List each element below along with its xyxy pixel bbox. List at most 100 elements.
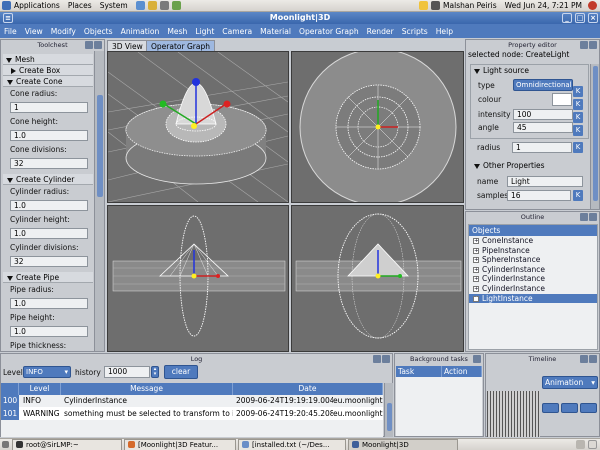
- menu-camera[interactable]: Camera: [222, 27, 252, 36]
- play-forward-button[interactable]: [580, 403, 597, 413]
- panel-menu-system[interactable]: System: [100, 1, 128, 10]
- keyframe-intensity-button[interactable]: K: [573, 112, 583, 123]
- outline-item-cone[interactable]: + ConeInstance: [469, 236, 597, 246]
- task-firefox[interactable]: [Moonlight|3D Featur...: [124, 438, 236, 450]
- samples-field[interactable]: 16: [507, 190, 571, 201]
- section-create-pipe[interactable]: Create Pipe: [3, 272, 93, 283]
- menu-file[interactable]: File: [4, 27, 17, 36]
- panel-float-icon[interactable]: [580, 213, 588, 221]
- outline-item-sphere[interactable]: + SphereInstance: [469, 255, 597, 265]
- section-mesh[interactable]: Mesh: [3, 54, 93, 65]
- menu-material[interactable]: Material: [260, 27, 291, 36]
- intensity-field[interactable]: 100: [513, 109, 573, 120]
- panel-close-icon[interactable]: [382, 355, 390, 363]
- menu-help[interactable]: Help: [436, 27, 453, 36]
- section-create-cylinder[interactable]: Create Cylinder: [3, 174, 93, 185]
- log-scrollbar[interactable]: [384, 383, 393, 437]
- keyframe-type-button[interactable]: K: [573, 86, 583, 97]
- expand-icon[interactable]: +: [473, 247, 479, 254]
- other-properties-header[interactable]: Other Properties: [474, 161, 545, 170]
- keyframe-samples-button[interactable]: K: [573, 190, 583, 201]
- app-launcher-icon[interactable]: [171, 1, 181, 10]
- light-source-header[interactable]: Light source: [471, 65, 588, 77]
- maximize-icon[interactable]: □: [575, 13, 585, 23]
- toolchest-scrollbar[interactable]: [94, 51, 104, 351]
- panel-menu-places[interactable]: Places: [68, 1, 92, 10]
- cone-radius-field[interactable]: 1: [10, 102, 88, 113]
- panel-float-icon[interactable]: [85, 41, 93, 49]
- menu-scripts[interactable]: Scripts: [402, 27, 428, 36]
- viewport-side[interactable]: [291, 205, 464, 352]
- column-action[interactable]: Action: [442, 366, 482, 377]
- expand-icon[interactable]: +: [473, 238, 479, 244]
- cone-height-field[interactable]: 1.0: [10, 130, 88, 141]
- expand-icon[interactable]: +: [473, 276, 479, 283]
- keyframe-angle-button[interactable]: K: [573, 125, 583, 136]
- type-select[interactable]: Omnidirectional: [513, 79, 573, 91]
- panel-float-icon[interactable]: [580, 41, 588, 49]
- outline-item-cylinder-2[interactable]: + CylinderInstance: [469, 274, 597, 284]
- viewport-perspective[interactable]: [107, 51, 289, 203]
- keyframe-colour-button[interactable]: K: [573, 99, 583, 110]
- menu-light[interactable]: Light: [195, 27, 214, 36]
- panel-close-icon[interactable]: [589, 213, 597, 221]
- log-scroll-thumb[interactable]: [387, 403, 392, 431]
- expand-icon[interactable]: +: [473, 257, 479, 264]
- panel-close-icon[interactable]: [94, 41, 102, 49]
- name-field[interactable]: Light: [507, 176, 583, 187]
- workspace-1-icon[interactable]: [576, 440, 585, 449]
- property-scrollbar[interactable]: [590, 64, 599, 209]
- clear-button[interactable]: clear: [164, 365, 198, 379]
- cylinder-height-field[interactable]: 1.0: [10, 228, 88, 239]
- outline-header[interactable]: Objects: [469, 225, 597, 236]
- menu-view[interactable]: View: [25, 27, 43, 36]
- section-create-box[interactable]: Create Box: [3, 65, 93, 76]
- level-select[interactable]: INFO ▾: [23, 366, 71, 378]
- mail-icon[interactable]: [147, 1, 157, 10]
- window-menu-icon[interactable]: ≡: [3, 13, 13, 23]
- menu-modify[interactable]: Modify: [51, 27, 76, 36]
- keyframe-radius-button[interactable]: K: [573, 142, 583, 153]
- power-icon[interactable]: [588, 1, 597, 10]
- user-switcher-icon[interactable]: [431, 1, 441, 10]
- menu-operator-graph[interactable]: Operator Graph: [299, 27, 359, 36]
- column-date[interactable]: Date: [233, 383, 383, 395]
- tab-3d-view[interactable]: 3D View: [107, 40, 148, 51]
- column-level[interactable]: Level: [19, 383, 61, 395]
- menu-objects[interactable]: Objects: [84, 27, 113, 36]
- outline-item-light[interactable]: + LightInstance: [469, 293, 597, 304]
- section-create-cone[interactable]: Create Cone: [3, 76, 93, 87]
- panel-menu-applications[interactable]: Applications: [14, 1, 60, 10]
- expand-icon[interactable]: +: [473, 266, 479, 273]
- terminal-icon[interactable]: [159, 1, 169, 10]
- column-message[interactable]: Message: [61, 383, 233, 395]
- history-spinner[interactable]: ▴ ▾: [151, 366, 159, 378]
- tab-operator-graph[interactable]: Operator Graph: [146, 40, 215, 51]
- panel-close-icon[interactable]: [589, 355, 597, 363]
- table-row[interactable]: 100 INFO CylinderInstance 2009-06-24T19:…: [1, 395, 383, 407]
- cone-divisions-field[interactable]: 32: [10, 158, 88, 169]
- pipe-radius-field[interactable]: 1.0: [10, 298, 88, 309]
- menu-animation[interactable]: Animation: [121, 27, 160, 36]
- stop-button[interactable]: [561, 403, 578, 413]
- outline-item-cylinder-3[interactable]: + CylinderInstance: [469, 284, 597, 294]
- outline-item-cylinder-1[interactable]: + CylinderInstance: [469, 265, 597, 275]
- table-row[interactable]: 101 WARNING something must be selected t…: [1, 407, 383, 420]
- column-task[interactable]: Task: [396, 366, 442, 377]
- angle-field[interactable]: 45: [513, 122, 573, 133]
- task-terminal[interactable]: root@SirLMP:~: [12, 438, 122, 450]
- task-moonlight[interactable]: Moonlight|3D: [348, 438, 458, 450]
- timeline-mode-select[interactable]: Animation ▾: [542, 376, 598, 389]
- task-gedit[interactable]: [installed.txt (~/Des...: [238, 438, 346, 450]
- cylinder-divisions-field[interactable]: 32: [10, 256, 88, 267]
- panel-float-icon[interactable]: [580, 355, 588, 363]
- pipe-height-field[interactable]: 1.0: [10, 326, 88, 337]
- timeline-track[interactable]: [487, 391, 540, 437]
- property-scroll-thumb[interactable]: [593, 66, 598, 201]
- colour-swatch[interactable]: [552, 93, 572, 106]
- notification-icon[interactable]: [419, 1, 429, 10]
- outline-item-pipe[interactable]: + PipeInstance: [469, 246, 597, 256]
- play-backward-button[interactable]: [542, 403, 559, 413]
- browser-icon[interactable]: [135, 1, 145, 10]
- close-icon[interactable]: ×: [588, 13, 598, 23]
